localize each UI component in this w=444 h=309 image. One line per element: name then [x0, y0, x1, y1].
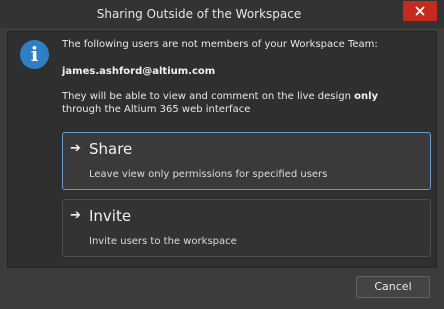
permission-text-line2: through the Altium 365 web interface [62, 104, 251, 115]
user-email: james.ashford@altium.com [62, 66, 216, 77]
cancel-button[interactable]: Cancel [356, 276, 430, 298]
arrow-right-icon: ➔ [70, 208, 81, 223]
share-option-title: Share [89, 140, 133, 158]
email-line: james.ashford@altium.com [62, 66, 215, 77]
invite-option[interactable]: ➔ Invite Invite users to the workspace [62, 199, 431, 257]
share-option[interactable]: ➔ Share Leave view only permissions for … [62, 132, 431, 190]
dialog-footer: Cancel [0, 268, 444, 309]
permission-text: They will be able to view and comment on… [62, 91, 355, 102]
arrow-right-icon: ➔ [70, 141, 81, 156]
info-icon: i [20, 40, 49, 69]
sharing-dialog: Sharing Outside of the Workspace i The f… [0, 0, 444, 309]
close-button[interactable] [403, 1, 437, 21]
dialog-title: Sharing Outside of the Workspace [96, 7, 302, 21]
only-emphasis: only [354, 91, 379, 102]
title-bar: Sharing Outside of the Workspace [0, 0, 444, 28]
share-option-description: Leave view only permissions for specifie… [89, 169, 328, 180]
close-icon [415, 6, 425, 16]
content-panel: i The following users are not members of… [7, 31, 437, 268]
permission-text-line1: They will be able to view and comment on… [62, 91, 378, 102]
intro-text: The following users are not members of y… [62, 39, 378, 50]
invite-option-title: Invite [89, 207, 132, 225]
invite-option-description: Invite users to the workspace [89, 236, 237, 247]
